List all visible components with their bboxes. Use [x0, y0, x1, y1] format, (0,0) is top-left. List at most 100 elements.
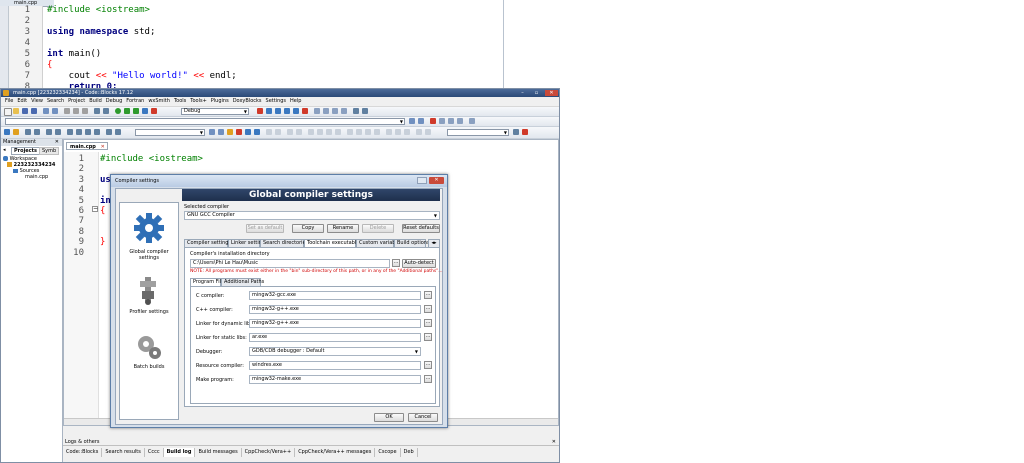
match-brace-icon[interactable]	[46, 129, 52, 135]
browse-button[interactable]: ...	[424, 361, 432, 369]
menu-fortran[interactable]: Fortran	[126, 97, 144, 106]
debug-icon[interactable]	[257, 108, 263, 114]
log-tab-build-messages[interactable]: Build messages	[195, 448, 242, 457]
program-field[interactable]: mingw32-g++.exe	[249, 319, 421, 328]
log-tab-build-log[interactable]: Build log	[163, 448, 196, 457]
debug-windows-icon[interactable]	[314, 108, 320, 114]
align-right-icon[interactable]	[326, 129, 332, 135]
menu-settings[interactable]: Settings	[266, 97, 287, 106]
rename-button[interactable]: Rename	[327, 224, 359, 233]
abort-icon[interactable]	[151, 108, 157, 114]
cut-icon[interactable]	[64, 108, 70, 114]
clear-bookmarks-icon[interactable]	[457, 118, 463, 124]
menu-plugins[interactable]: Plugins	[211, 97, 229, 106]
compiler-select[interactable]: GNU GCC Compiler ▼	[184, 211, 440, 220]
browse-button[interactable]: ...	[424, 319, 432, 327]
symbol-search-field[interactable]: ▼	[135, 129, 205, 136]
build-target-select[interactable]: Debug ▼	[181, 108, 249, 115]
outdent-icon[interactable]	[365, 129, 371, 135]
step-into-icon[interactable]	[284, 108, 290, 114]
category-global-compiler-settings[interactable]: Global compiler settings	[120, 206, 178, 262]
management-close-icon[interactable]: ✕	[55, 139, 59, 146]
tab-search-directories[interactable]: Search directories	[260, 239, 308, 247]
zoom-reset-icon[interactable]	[404, 129, 410, 135]
menu-tools[interactable]: Tools	[174, 97, 186, 106]
code-completion-scope-select[interactable]: ▼	[5, 118, 405, 125]
browse-button[interactable]: ...	[424, 375, 432, 383]
select-icon[interactable]	[67, 129, 73, 135]
program-field[interactable]: mingw32-g++.exe	[249, 305, 421, 314]
search-combo[interactable]: ▼	[447, 129, 509, 136]
zoom-out-icon[interactable]	[395, 129, 401, 135]
image-icon[interactable]	[296, 129, 302, 135]
symbol-back-icon[interactable]	[209, 129, 215, 135]
install-dir-field[interactable]: C:\Users\Phi Le Hau\Music	[190, 259, 390, 268]
undo-icon[interactable]	[43, 108, 49, 114]
forward-icon[interactable]	[418, 118, 424, 124]
log-tab-cppcheck-vera-messages[interactable]: CppCheck/Vera++ messages	[295, 448, 376, 457]
run-to-cursor-icon[interactable]	[266, 108, 272, 114]
unindent-icon[interactable]	[85, 129, 91, 135]
menu-edit[interactable]: Edit	[17, 97, 27, 106]
format-icon[interactable]	[94, 129, 100, 135]
highlight-icon[interactable]	[469, 118, 475, 124]
auto-detect-button[interactable]: Auto-detect	[402, 259, 436, 268]
justify-icon[interactable]	[335, 129, 341, 135]
title-bar[interactable]: main.cpp [223232334234] - Code::Blocks 1…	[1, 89, 559, 97]
tab-scroll-arrows[interactable]: ◂▸	[428, 239, 440, 247]
doxy-icon[interactable]	[362, 108, 368, 114]
code-line[interactable]: cout << "Hello world!" << endl;	[47, 71, 237, 81]
indent-more-icon[interactable]	[374, 129, 380, 135]
zoom-in-icon[interactable]	[386, 129, 392, 135]
close-button[interactable]: ✕	[545, 90, 558, 96]
build-run-icon[interactable]	[133, 108, 139, 114]
code-line[interactable]: {	[47, 60, 52, 70]
indent-icon[interactable]	[76, 129, 82, 135]
code-line[interactable]: #include <iostream>	[47, 5, 150, 15]
save-icon[interactable]	[22, 108, 28, 114]
log-tab-search-results[interactable]: Search results	[102, 448, 145, 457]
table-icon[interactable]	[287, 129, 293, 135]
log-tab-cppcheck-vera-[interactable]: CppCheck/Vera++	[242, 448, 296, 457]
dialog-close-button[interactable]: ✕	[429, 177, 444, 184]
tab-linker-settings[interactable]: Linker settings	[228, 239, 268, 247]
align-left-icon[interactable]	[308, 129, 314, 135]
replace-icon[interactable]	[103, 108, 109, 114]
open-folder-icon[interactable]	[13, 108, 19, 114]
close-tab-icon[interactable]: ✕	[101, 144, 105, 150]
subtab-additional-paths[interactable]: Additional Paths	[221, 278, 264, 286]
reset-defaults-button[interactable]: Reset defaults	[402, 224, 440, 233]
next-bookmark-icon[interactable]	[448, 118, 454, 124]
code-line[interactable]: }	[100, 237, 105, 247]
regex-icon[interactable]	[55, 129, 61, 135]
wrap-icon[interactable]	[106, 129, 112, 135]
menu-file[interactable]: File	[5, 97, 13, 106]
menu-doxyblocks[interactable]: DoxyBlocks	[233, 97, 262, 106]
set-as-default-button[interactable]: Set as default	[246, 224, 284, 233]
code-line[interactable]: using namespace std;	[47, 27, 155, 37]
search-icon[interactable]	[513, 129, 519, 135]
new-file-icon[interactable]	[4, 108, 12, 116]
debug-options-icon[interactable]	[341, 108, 347, 114]
menu-build[interactable]: Build	[89, 97, 102, 106]
menu-view[interactable]: View	[31, 97, 43, 106]
redo-icon[interactable]	[52, 108, 58, 114]
pencil-icon[interactable]	[227, 129, 233, 135]
browse-button[interactable]: ...	[424, 291, 432, 299]
program-field[interactable]: windres.exe	[249, 361, 421, 370]
tab-icon[interactable]	[115, 129, 121, 135]
rebuild-icon[interactable]	[142, 108, 148, 114]
menu-help[interactable]: Help	[290, 97, 301, 106]
stop-debugger-icon[interactable]	[302, 108, 308, 114]
fortran-icon[interactable]	[353, 108, 359, 114]
browse-button[interactable]: ...	[424, 305, 432, 313]
build-icon[interactable]	[115, 108, 121, 114]
ok-button[interactable]: OK	[374, 413, 404, 422]
settings-small-icon[interactable]	[416, 129, 422, 135]
paste-icon[interactable]	[82, 108, 88, 114]
help-small-icon[interactable]	[425, 129, 431, 135]
cursor-icon[interactable]	[13, 129, 19, 135]
list-icon[interactable]	[347, 129, 353, 135]
program-field[interactable]: mingw32-gcc.exe	[249, 291, 421, 300]
menu-debug[interactable]: Debug	[106, 97, 122, 106]
